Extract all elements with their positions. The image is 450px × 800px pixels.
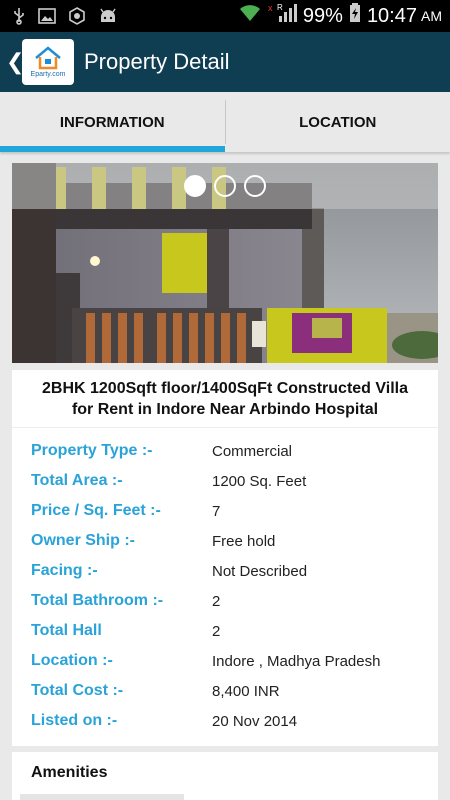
image-icon [38, 8, 56, 24]
carousel-dot-active[interactable] [184, 175, 206, 197]
detail-row-total-hall: Total Hall 2 [12, 616, 438, 646]
app-bar: ❮ Eparty.com Property Detail [0, 32, 450, 92]
detail-value: 8,400 INR [212, 682, 280, 700]
signal-icon: xR [267, 2, 297, 30]
property-title: 2BHK 1200Sqft floor/1400SqFt Constructed… [12, 370, 438, 428]
house-logo-icon [35, 46, 61, 70]
usb-icon [12, 7, 26, 25]
clock-ampm: AM [421, 8, 442, 24]
detail-row-listed-on: Listed on :- 20 Nov 2014 [12, 706, 438, 736]
detail-label: Listed on :- [31, 712, 118, 729]
property-photo-carousel[interactable] [12, 163, 438, 363]
detail-value: 2 [212, 622, 221, 640]
clock-time: 10:47 [366, 4, 417, 27]
detail-row-facing: Facing :- Not Described [12, 556, 438, 586]
detail-label: Location :- [31, 652, 113, 669]
detail-label: Facing :- [31, 562, 98, 579]
status-bar: xR 99% 10:47 AM [0, 0, 450, 32]
detail-row-total-area: Total Area :- 1200 Sq. Feet [12, 466, 438, 496]
battery-icon [349, 3, 361, 29]
app-icon [68, 7, 86, 25]
amenities-card: Amenities [12, 752, 438, 800]
property-details-list: Property Type :- Commercial Total Area :… [12, 428, 438, 736]
detail-value: 7 [212, 502, 221, 520]
tab-information[interactable]: INFORMATION [0, 92, 225, 152]
detail-row-price-per-sqft: Price / Sq. Feet :- 7 [12, 496, 438, 526]
detail-label: Property Type :- [31, 442, 153, 459]
back-chevron-icon[interactable]: ❮ [6, 49, 24, 75]
detail-label: Total Hall [31, 622, 102, 639]
carousel-dot[interactable] [214, 175, 236, 197]
amenities-title: Amenities [31, 764, 108, 781]
android-icon [98, 8, 118, 24]
detail-row-total-cost: Total Cost :- 8,400 INR [12, 676, 438, 706]
carousel-indicator [12, 163, 438, 209]
logo-text: Eparty.com [30, 71, 66, 78]
app-logo[interactable]: Eparty.com [22, 39, 74, 85]
property-detail-card: 2BHK 1200Sqft floor/1400SqFt Constructed… [12, 370, 438, 746]
detail-value: 20 Nov 2014 [212, 712, 298, 730]
detail-label: Total Bathroom :- [31, 592, 164, 609]
detail-label: Owner Ship :- [31, 532, 135, 549]
detail-row-ownership: Owner Ship :- Free hold [12, 526, 438, 556]
detail-row-location: Location :- Indore , Madhya Pradesh [12, 646, 438, 676]
detail-value: Free hold [212, 532, 276, 550]
svg-text:x: x [268, 3, 273, 13]
detail-value: 1200 Sq. Feet [212, 472, 307, 490]
page-title: Property Detail [84, 49, 230, 74]
wifi-icon [239, 4, 261, 28]
detail-label: Total Cost :- [31, 682, 124, 699]
amenities-list-placeholder [20, 794, 184, 800]
detail-label: Total Area :- [31, 472, 123, 489]
detail-label: Price / Sq. Feet :- [31, 502, 161, 519]
detail-value: Indore , Madhya Pradesh [212, 652, 381, 670]
battery-level: 99% [302, 4, 343, 27]
tab-bar: INFORMATION LOCATION [0, 92, 450, 152]
carousel-dot[interactable] [244, 175, 266, 197]
detail-value: Commercial [212, 442, 293, 460]
tab-location[interactable]: LOCATION [226, 92, 450, 152]
detail-value: 2 [212, 592, 221, 610]
detail-row-total-bathroom: Total Bathroom :- 2 [12, 586, 438, 616]
roaming-label: R [277, 3, 283, 12]
detail-row-property-type: Property Type :- Commercial [12, 436, 438, 466]
detail-value: Not Described [212, 562, 308, 580]
